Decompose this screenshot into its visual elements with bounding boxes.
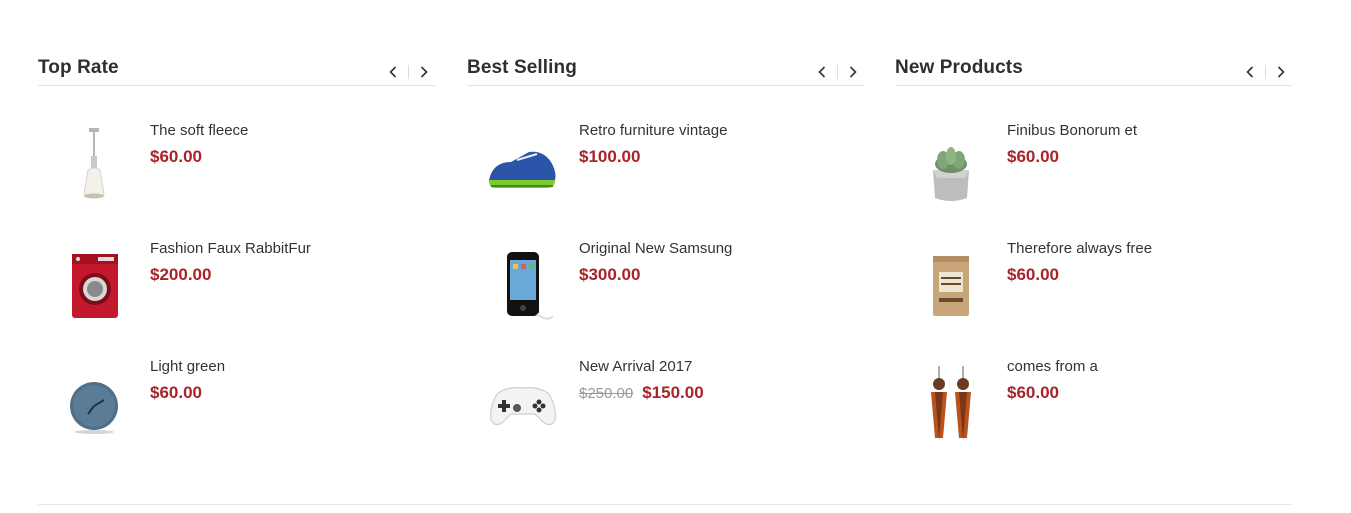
nav-divider	[408, 65, 409, 79]
chevron-left-icon	[1246, 66, 1254, 78]
product-name[interactable]: comes from a	[1007, 358, 1098, 376]
price-row: $60.00	[150, 147, 248, 167]
price-row: $60.00	[1007, 265, 1152, 285]
price-row: $100.00	[579, 147, 727, 167]
price-row: $60.00	[150, 383, 225, 403]
column-title: New Products	[895, 57, 1023, 78]
nav-divider	[1265, 65, 1266, 79]
product-image[interactable]	[477, 122, 569, 214]
bakery-bag-icon	[933, 256, 969, 316]
product-item[interactable]: The soft fleece $60.00	[38, 122, 435, 222]
chevron-left-icon	[389, 66, 397, 78]
product-name[interactable]: Therefore always free	[1007, 240, 1152, 258]
next-button[interactable]	[1270, 63, 1292, 81]
music-player-icon	[507, 252, 554, 320]
prev-button[interactable]	[382, 63, 404, 81]
column-title: Best Selling	[467, 57, 577, 78]
prev-button[interactable]	[811, 63, 833, 81]
chevron-right-icon	[849, 66, 857, 78]
product-name[interactable]: Original New Samsung	[579, 240, 732, 258]
product-item[interactable]: Original New Samsung $300.00	[467, 240, 864, 340]
product-price: $200.00	[150, 265, 212, 284]
product-name[interactable]: Finibus Bonorum et	[1007, 122, 1137, 140]
chevron-right-icon	[420, 66, 428, 78]
product-price: $150.00	[642, 383, 704, 402]
product-image[interactable]	[48, 240, 140, 332]
price-row: $200.00	[150, 265, 311, 285]
product-name[interactable]: New Arrival 2017	[579, 358, 704, 376]
product-image[interactable]	[48, 358, 140, 450]
product-name[interactable]: Retro furniture vintage	[579, 122, 727, 140]
product-name[interactable]: Fashion Faux RabbitFur	[150, 240, 311, 258]
chevron-right-icon	[1277, 66, 1285, 78]
product-price: $60.00	[1007, 265, 1059, 284]
product-image[interactable]	[905, 122, 997, 214]
product-item[interactable]: Fashion Faux RabbitFur $200.00	[38, 240, 435, 340]
product-widgets: Top Rate The soft fleece $60.00 Fashion …	[38, 0, 1292, 513]
product-price: $60.00	[1007, 383, 1059, 402]
product-item[interactable]: comes from a $60.00	[895, 358, 1292, 458]
product-price: $60.00	[150, 383, 202, 402]
product-image[interactable]	[48, 122, 140, 214]
bottom-divider	[38, 504, 1292, 505]
pendant-lamp-icon	[83, 128, 105, 199]
carousel-nav	[1239, 63, 1292, 81]
carousel-nav	[811, 63, 864, 81]
price-row: $60.00	[1007, 383, 1098, 403]
price-row: $60.00	[1007, 147, 1137, 167]
washing-machine-icon	[72, 254, 118, 318]
product-price: $60.00	[1007, 147, 1059, 166]
column-header: New Products	[895, 55, 1292, 86]
product-image[interactable]	[477, 358, 569, 450]
product-image[interactable]	[477, 240, 569, 332]
next-button[interactable]	[842, 63, 864, 81]
carousel-nav	[382, 63, 435, 81]
product-item[interactable]: Light green $60.00	[38, 358, 435, 458]
product-price: $300.00	[579, 265, 641, 284]
product-image[interactable]	[905, 240, 997, 332]
wall-clock-icon	[70, 382, 118, 434]
top-rate-column: Top Rate The soft fleece $60.00 Fashion …	[38, 55, 435, 434]
product-item[interactable]: Retro furniture vintage $100.00	[467, 122, 864, 222]
column-title: Top Rate	[38, 57, 119, 78]
product-item[interactable]: Therefore always free $60.00	[895, 240, 1292, 340]
next-button[interactable]	[413, 63, 435, 81]
column-header: Best Selling	[467, 55, 864, 86]
prev-button[interactable]	[1239, 63, 1261, 81]
product-item[interactable]: Finibus Bonorum et $60.00	[895, 122, 1292, 222]
feather-earrings-icon	[931, 366, 971, 440]
price-row: $300.00	[579, 265, 732, 285]
old-price: $250.00	[579, 385, 634, 402]
succulent-plant-icon	[933, 147, 969, 201]
price-row: $250.00 $150.00	[579, 383, 704, 404]
new-products-column: New Products Finibus Bonorum et $60.00 T…	[895, 55, 1292, 440]
product-image[interactable]	[905, 358, 997, 450]
best-selling-column: Best Selling Retro furniture vintage $10…	[467, 55, 864, 426]
product-price: $60.00	[150, 147, 202, 166]
nav-divider	[837, 65, 838, 79]
chevron-left-icon	[818, 66, 826, 78]
product-item[interactable]: New Arrival 2017 $250.00 $150.00	[467, 358, 864, 458]
product-price: $100.00	[579, 147, 641, 166]
product-name[interactable]: The soft fleece	[150, 122, 248, 140]
column-header: Top Rate	[38, 55, 435, 86]
sneaker-icon	[489, 151, 556, 188]
product-name[interactable]: Light green	[150, 358, 225, 376]
game-controller-icon	[490, 387, 556, 426]
